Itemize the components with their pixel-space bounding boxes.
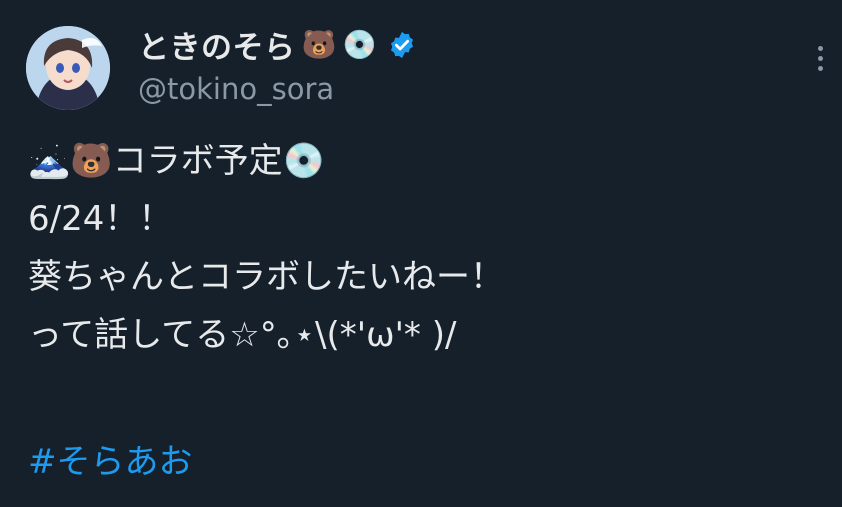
mountain-emoji: 🗻 xyxy=(28,141,71,181)
bear-emoji: 🐻 xyxy=(70,141,113,181)
tweet-text: コラボ予定 xyxy=(112,141,283,181)
avatar[interactable] xyxy=(26,26,110,110)
tweet-line-1: 🗻 🐻 コラボ予定 💿 xyxy=(28,132,818,190)
more-options-icon[interactable] xyxy=(806,44,836,74)
name-row: ときのそら 🐻 💿 xyxy=(138,22,417,67)
tweet-line-4: って話してる☆°｡⋆\(*'ω'* )/ xyxy=(28,315,457,355)
tweet-body: 🗻 🐻 コラボ予定 💿 6/24！！ 葵ちゃんとコラボしたいねー！ って話してる… xyxy=(28,132,818,364)
bear-emoji: 🐻 xyxy=(301,27,337,61)
disc-emoji: 💿 xyxy=(282,141,326,181)
tweet-line-2: 6/24！！ xyxy=(28,199,173,239)
disc-emoji: 💿 xyxy=(342,27,378,61)
tweet-line-3: 葵ちゃんとコラボしたいねー！ xyxy=(28,257,504,297)
display-name[interactable]: ときのそら xyxy=(138,22,296,67)
user-handle[interactable]: @tokino_sora xyxy=(138,72,334,106)
verified-badge-icon xyxy=(391,31,414,58)
hashtag-link[interactable]: #そらあお xyxy=(28,434,193,483)
